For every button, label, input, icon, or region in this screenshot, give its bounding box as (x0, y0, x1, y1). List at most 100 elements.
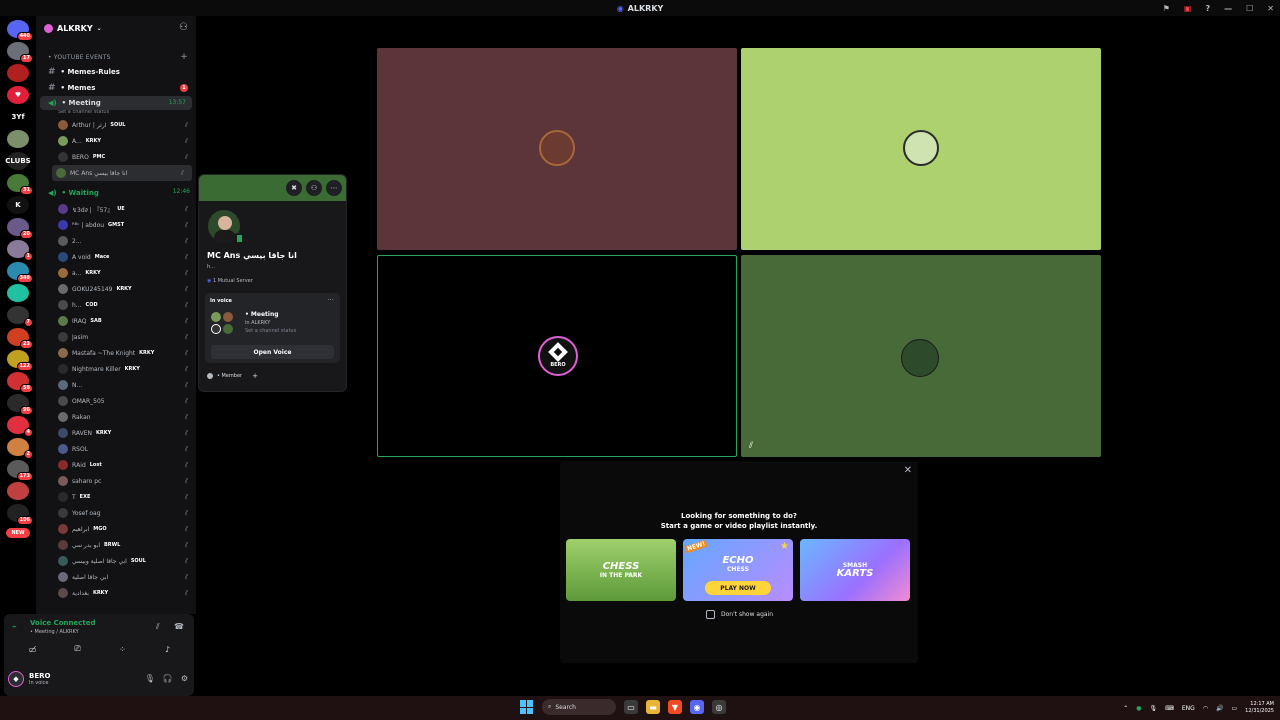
dont-show-again[interactable]: Don't show again (706, 610, 773, 619)
battery-icon[interactable]: ▭ (1232, 705, 1238, 712)
video-tile-mc-ans[interactable]: ⫽ (741, 255, 1101, 457)
server-icon[interactable]: 31 (7, 174, 33, 195)
video-tile-arthur[interactable] (377, 48, 737, 250)
server-icon[interactable]: K (7, 196, 29, 214)
voice-member[interactable]: A void Mace ⫽ (36, 249, 196, 265)
server-icon[interactable]: 173 (7, 460, 33, 481)
file-explorer-icon[interactable]: ▬ (646, 700, 660, 714)
activity-card-smash-karts[interactable]: SMASH KARTS (800, 539, 910, 601)
channel-status[interactable]: Set a channel status (36, 109, 196, 117)
server-icon[interactable]: 2 (7, 438, 33, 459)
more-options-icon[interactable]: ⋯ (326, 180, 342, 196)
voice-member[interactable]: ابو بدر سي BRWL ⫽ (36, 537, 196, 553)
discord-app-icon[interactable]: ◉ (690, 700, 704, 714)
voice-member[interactable]: Arthur | آرثر SOUL ⫽ (36, 117, 196, 133)
headphones-icon[interactable]: 🎧 (163, 674, 173, 683)
task-view-icon[interactable]: ▭ (624, 700, 638, 714)
inbox-icon[interactable]: ⚑ (1163, 4, 1170, 13)
add-person-icon[interactable]: ⚇ (179, 22, 188, 33)
voice-member[interactable]: ↯3d∂ | 『57』 UE ⫽ (36, 201, 196, 217)
server-icon[interactable] (7, 284, 29, 302)
voice-member[interactable]: 2... ⫽ (36, 233, 196, 249)
server-icon[interactable]: 17 (7, 42, 33, 63)
settings-gear-icon[interactable]: ⚙ (181, 674, 188, 683)
chevron-up-icon[interactable]: ⌃ (1123, 705, 1128, 712)
activities-button[interactable]: ⁘ (104, 642, 142, 656)
role-member[interactable]: • Member (217, 373, 242, 379)
activity-card-chess-in-the-park[interactable]: CHESS IN THE PARK (566, 539, 676, 601)
volume-icon[interactable]: 🔊 (1216, 705, 1223, 712)
server-icon[interactable] (7, 130, 29, 148)
server-icon[interactable]: 96 (7, 394, 33, 415)
user-info[interactable]: BERO In voice (29, 672, 50, 686)
voice-member[interactable]: Nightmare Killer KRKY ⫽ (36, 361, 196, 377)
server-icon[interactable]: CLUBS (5, 152, 31, 170)
clock[interactable]: 12:17 AM 12/31/2025 (1245, 701, 1274, 715)
voice-member[interactable]: ᴿᴮᶜ | abdou GMST ⫽ (36, 217, 196, 233)
play-now-button[interactable]: PLAY NOW (705, 581, 771, 595)
windows-start-icon[interactable] (520, 700, 534, 714)
voice-member[interactable]: BERO PMC ⫽ (36, 149, 196, 165)
server-header[interactable]: ALKRKY ⌄ ⚇ (36, 16, 196, 40)
user-avatar[interactable]: ◆ (8, 671, 24, 687)
voice-member[interactable]: T EXE ⫽ (36, 489, 196, 505)
server-icon[interactable]: 348 (7, 262, 33, 283)
soundboard-button[interactable]: ♪ (149, 642, 187, 656)
voice-connected-channel[interactable]: • Meeting / ALKRKY (30, 629, 79, 635)
server-icon[interactable]: 440 (7, 20, 33, 41)
keyboard-icon[interactable]: ⌨ (1165, 705, 1174, 712)
video-tile-bero[interactable]: BERO (377, 255, 737, 457)
close-icon[interactable]: ✕ (904, 465, 912, 476)
signal-icon[interactable]: ⌁ (12, 622, 17, 631)
maximize-button[interactable]: ☐ (1246, 4, 1253, 13)
noise-suppression-icon[interactable]: ⫽ (156, 622, 160, 632)
taskbar-search[interactable]: ⌕ Search (542, 699, 616, 715)
video-tile-a[interactable] (741, 48, 1101, 250)
server-icon[interactable] (7, 482, 29, 500)
screen-icon[interactable]: ▣ (1184, 4, 1192, 13)
server-icon[interactable]: 23 (7, 328, 33, 349)
voice-member[interactable]: OMAR_505 ⫽ (36, 393, 196, 409)
add-role-icon[interactable]: + (252, 372, 258, 380)
voice-member[interactable]: RSOL ⫽ (36, 441, 196, 457)
status-dot-icon[interactable]: ● (1136, 705, 1141, 712)
voice-member[interactable]: GOKU245149 KRKY ⫽ (36, 281, 196, 297)
voice-member[interactable]: a... KRKY ⫽ (36, 265, 196, 281)
server-icon[interactable]: 122 (7, 350, 33, 371)
chrome-icon[interactable]: ◎ (712, 700, 726, 714)
add-friend-icon[interactable]: ⚇ (306, 180, 322, 196)
voice-member[interactable]: A... KRKY ⫽ (36, 133, 196, 149)
voice-connected-status[interactable]: Voice Connected (30, 619, 96, 627)
server-icon[interactable]: 3Yf (7, 108, 29, 126)
voice-member[interactable]: RAVEN KRKY ⫽ (36, 425, 196, 441)
server-icon[interactable]: 106 (7, 504, 33, 525)
dont-show-checkbox[interactable] (706, 610, 715, 619)
category-youtube-events[interactable]: • YOUTUBE EVENTS + (36, 40, 196, 64)
voice-member[interactable]: RĀid Lost ⫽ (36, 457, 196, 473)
mute-user-icon[interactable]: ✖ (286, 180, 302, 196)
mic-tray-icon[interactable]: 🎙 (1150, 705, 1158, 712)
disconnect-icon[interactable]: ☎ (174, 622, 184, 631)
server-icon[interactable]: 1 (7, 240, 33, 261)
voice-member[interactable]: Jasim ⫽ (36, 329, 196, 345)
server-icon[interactable]: 7 (7, 306, 33, 327)
server-icon[interactable]: 20 (7, 218, 33, 239)
server-icon[interactable]: ♥ (7, 86, 29, 104)
voice-member[interactable]: Yosef oag ⫽ (36, 505, 196, 521)
voice-member[interactable]: saharo pc ⫽ (36, 473, 196, 489)
voice-channel-waiting[interactable]: ◀) • Waiting 12:46 (36, 185, 196, 201)
minimize-button[interactable]: — (1224, 4, 1232, 13)
new-badge[interactable]: NEW (6, 528, 30, 538)
voice-member[interactable]: ابراهيم MGO ⫽ (36, 521, 196, 537)
mic-icon[interactable]: 🎙 (145, 674, 155, 683)
server-icon[interactable]: 58 (7, 372, 33, 393)
language-indicator[interactable]: ENG (1182, 705, 1195, 712)
voice-member[interactable]: Mastafa ~The Knight KRKY ⫽ (36, 345, 196, 361)
close-button[interactable]: ✕ (1267, 4, 1274, 13)
voice-member[interactable]: IRAQ SAB ⫽ (36, 313, 196, 329)
screen-share-button[interactable]: ⎚ (59, 642, 97, 656)
more-icon[interactable]: ··· (327, 296, 334, 304)
brave-browser-icon[interactable]: ▼ (668, 700, 682, 714)
voice-member[interactable]: h... COD ⫽ (36, 297, 196, 313)
text-channel[interactable]: # • Memes-Rules (36, 64, 196, 80)
